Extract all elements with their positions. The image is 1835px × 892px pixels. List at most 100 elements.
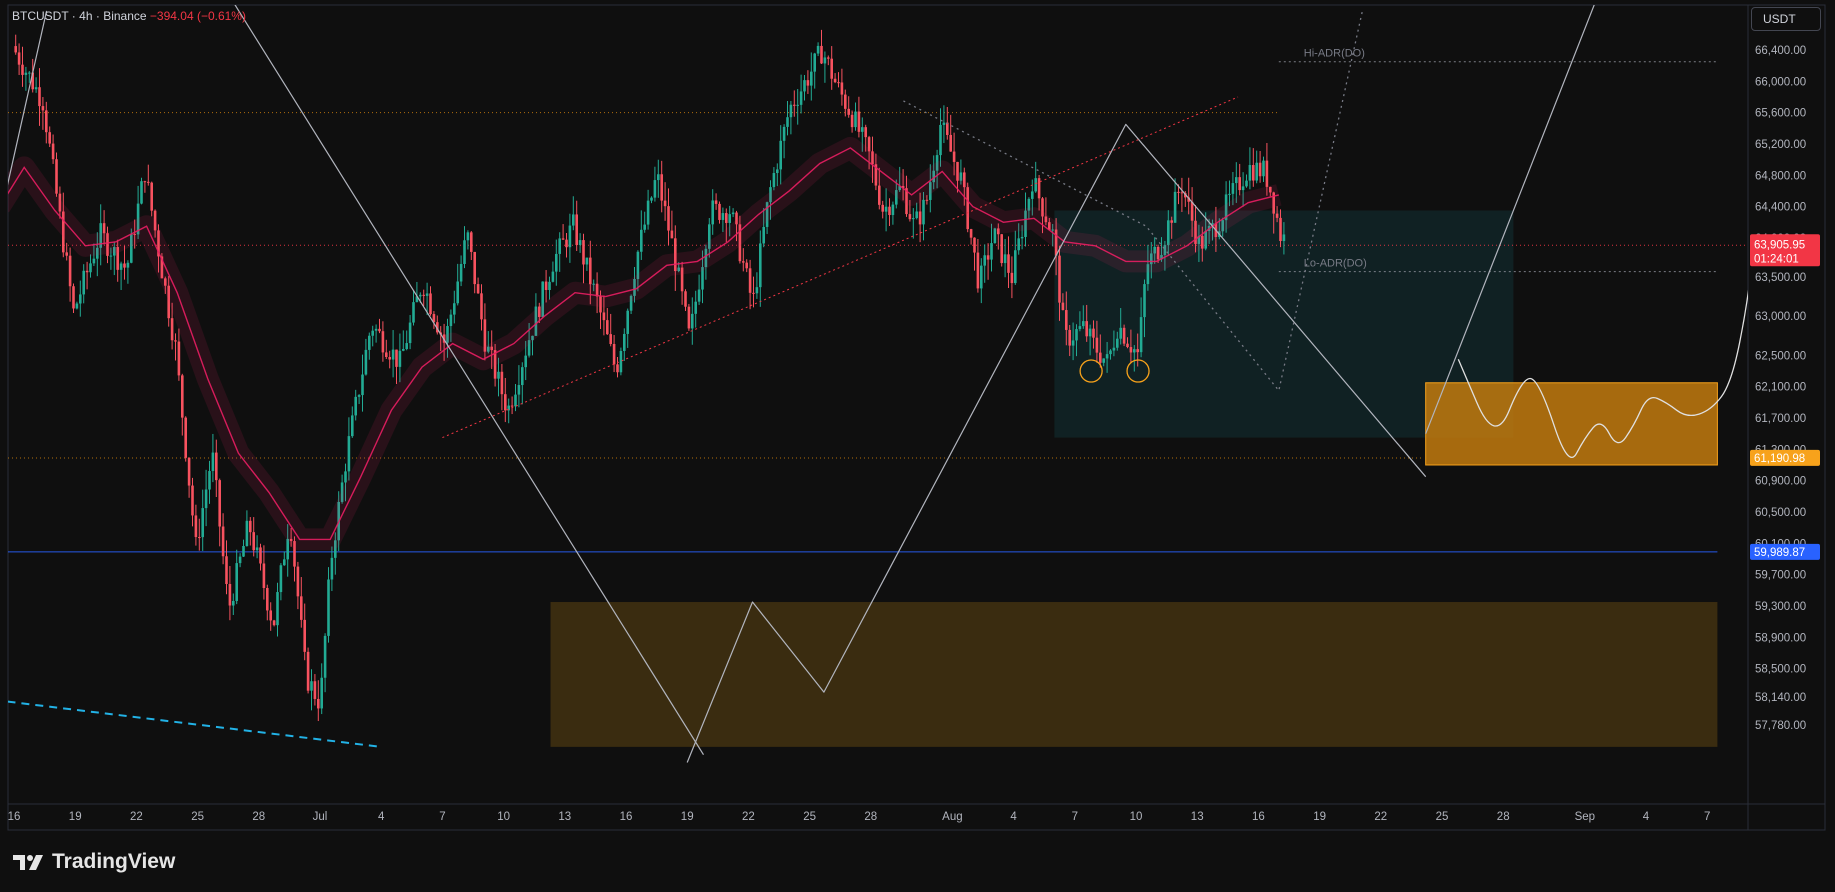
candle-body: [789, 104, 793, 118]
candle-body: [650, 197, 653, 201]
x-tick-label: 25: [1436, 811, 1449, 823]
x-tick-label: 13: [558, 811, 571, 823]
candle-body: [1020, 236, 1024, 239]
candle: [184, 416, 187, 462]
x-tick-label: 10: [1130, 811, 1143, 823]
candle-body: [884, 206, 888, 212]
x-tick-label: 28: [252, 811, 265, 823]
candle: [1122, 324, 1126, 347]
candle-body: [833, 78, 837, 83]
candle-body: [578, 240, 582, 245]
candle-body: [191, 485, 194, 516]
candle-body: [422, 294, 425, 296]
x-tick-label: 7: [1072, 811, 1078, 823]
symbol-header[interactable]: BTCUSDT · 4h · Binance −394.04 (−0.61%): [12, 9, 246, 23]
y-tick-label: 64,400.00: [1755, 202, 1806, 214]
price-chart[interactable]: Hi-ADR(DO) Lo-ADR(DO) 66,400.00 66,000.00 6…: [0, 0, 1835, 892]
candle-body: [820, 45, 823, 64]
candle-body: [221, 526, 225, 557]
candle-body: [772, 173, 776, 188]
candle-body: [837, 82, 840, 84]
candle-body: [102, 223, 106, 234]
candle-body: [612, 343, 616, 365]
x-tick-label: 10: [497, 811, 510, 823]
candle-body: [419, 294, 422, 297]
tradingview-logo[interactable]: TradingView: [12, 850, 175, 874]
candle-body: [575, 214, 578, 245]
candle-body: [388, 356, 391, 360]
candle-body: [623, 333, 626, 351]
candle-body: [983, 255, 986, 266]
candle-body: [143, 181, 147, 183]
y-tick-label: 66,000.00: [1755, 76, 1806, 88]
candle-body: [1126, 343, 1129, 348]
candle-body: [361, 374, 364, 396]
candle-body: [1245, 180, 1248, 187]
candle-body: [303, 619, 306, 652]
candle-body: [840, 82, 844, 95]
candle-body: [551, 271, 555, 282]
candle-body: [310, 681, 313, 691]
candle-body: [555, 253, 558, 272]
candle-body: [466, 232, 470, 241]
candle-body: [147, 181, 150, 183]
candle-body: [1177, 191, 1180, 193]
candle-body: [1119, 327, 1122, 339]
candle-body: [313, 681, 317, 699]
price-tag-value: 61,190.98: [1754, 453, 1805, 465]
x-tick-label: 4: [378, 811, 385, 823]
candle-body: [476, 284, 480, 294]
candle-body: [891, 204, 895, 216]
candle-body: [381, 331, 385, 353]
candle-body: [742, 261, 745, 263]
candle-body: [82, 270, 85, 295]
currency-button[interactable]: USDT: [1751, 7, 1821, 31]
candle-body: [123, 263, 126, 268]
candle-body: [45, 110, 48, 133]
candle-body: [453, 303, 456, 315]
candle-body: [986, 255, 990, 260]
candle-body: [1255, 162, 1258, 181]
candle-body: [262, 563, 266, 588]
x-tick-label: 28: [864, 811, 877, 823]
candle-body: [561, 238, 565, 240]
candle-body: [609, 334, 612, 344]
candle-body: [918, 211, 922, 225]
candle-body: [810, 71, 813, 86]
candle-body: [544, 281, 548, 291]
candle-body: [1252, 165, 1255, 181]
candle-body: [602, 312, 606, 321]
separator: ·: [71, 9, 76, 23]
candle-body: [755, 287, 759, 294]
y-tick-label: 64,800.00: [1755, 170, 1806, 182]
last-price-value: 63,905.95: [1754, 239, 1805, 251]
candle-body: [150, 182, 153, 211]
candle-body: [177, 341, 181, 376]
candle-body: [357, 395, 361, 397]
candle-body: [24, 72, 28, 75]
x-tick-label: 19: [69, 811, 82, 823]
candle-body: [1122, 327, 1126, 344]
candle-body: [14, 46, 17, 53]
candle-body: [684, 291, 687, 307]
support-zone: [1425, 382, 1718, 466]
candle-body: [463, 240, 466, 264]
countdown-timer: 01:24:01: [1754, 253, 1799, 265]
candle-body: [990, 243, 993, 260]
price-change: −394.04 (−0.61%): [149, 9, 246, 23]
candle-body: [813, 53, 816, 72]
y-tick-label: 66,400.00: [1755, 45, 1806, 57]
candle-body: [306, 651, 310, 691]
price-tag: 61,190.98: [1750, 449, 1820, 466]
x-tick-label: 25: [191, 811, 204, 823]
candle-body: [371, 330, 374, 336]
candle-body: [272, 620, 276, 626]
candle-body: [888, 206, 891, 216]
y-tick-label: 58,900.00: [1755, 632, 1806, 644]
x-tick-label: 16: [8, 811, 21, 823]
candle-body: [402, 348, 405, 351]
candle-body: [364, 349, 368, 375]
candle-body: [75, 303, 79, 309]
candle-body: [857, 111, 861, 132]
candle-body: [721, 213, 725, 220]
